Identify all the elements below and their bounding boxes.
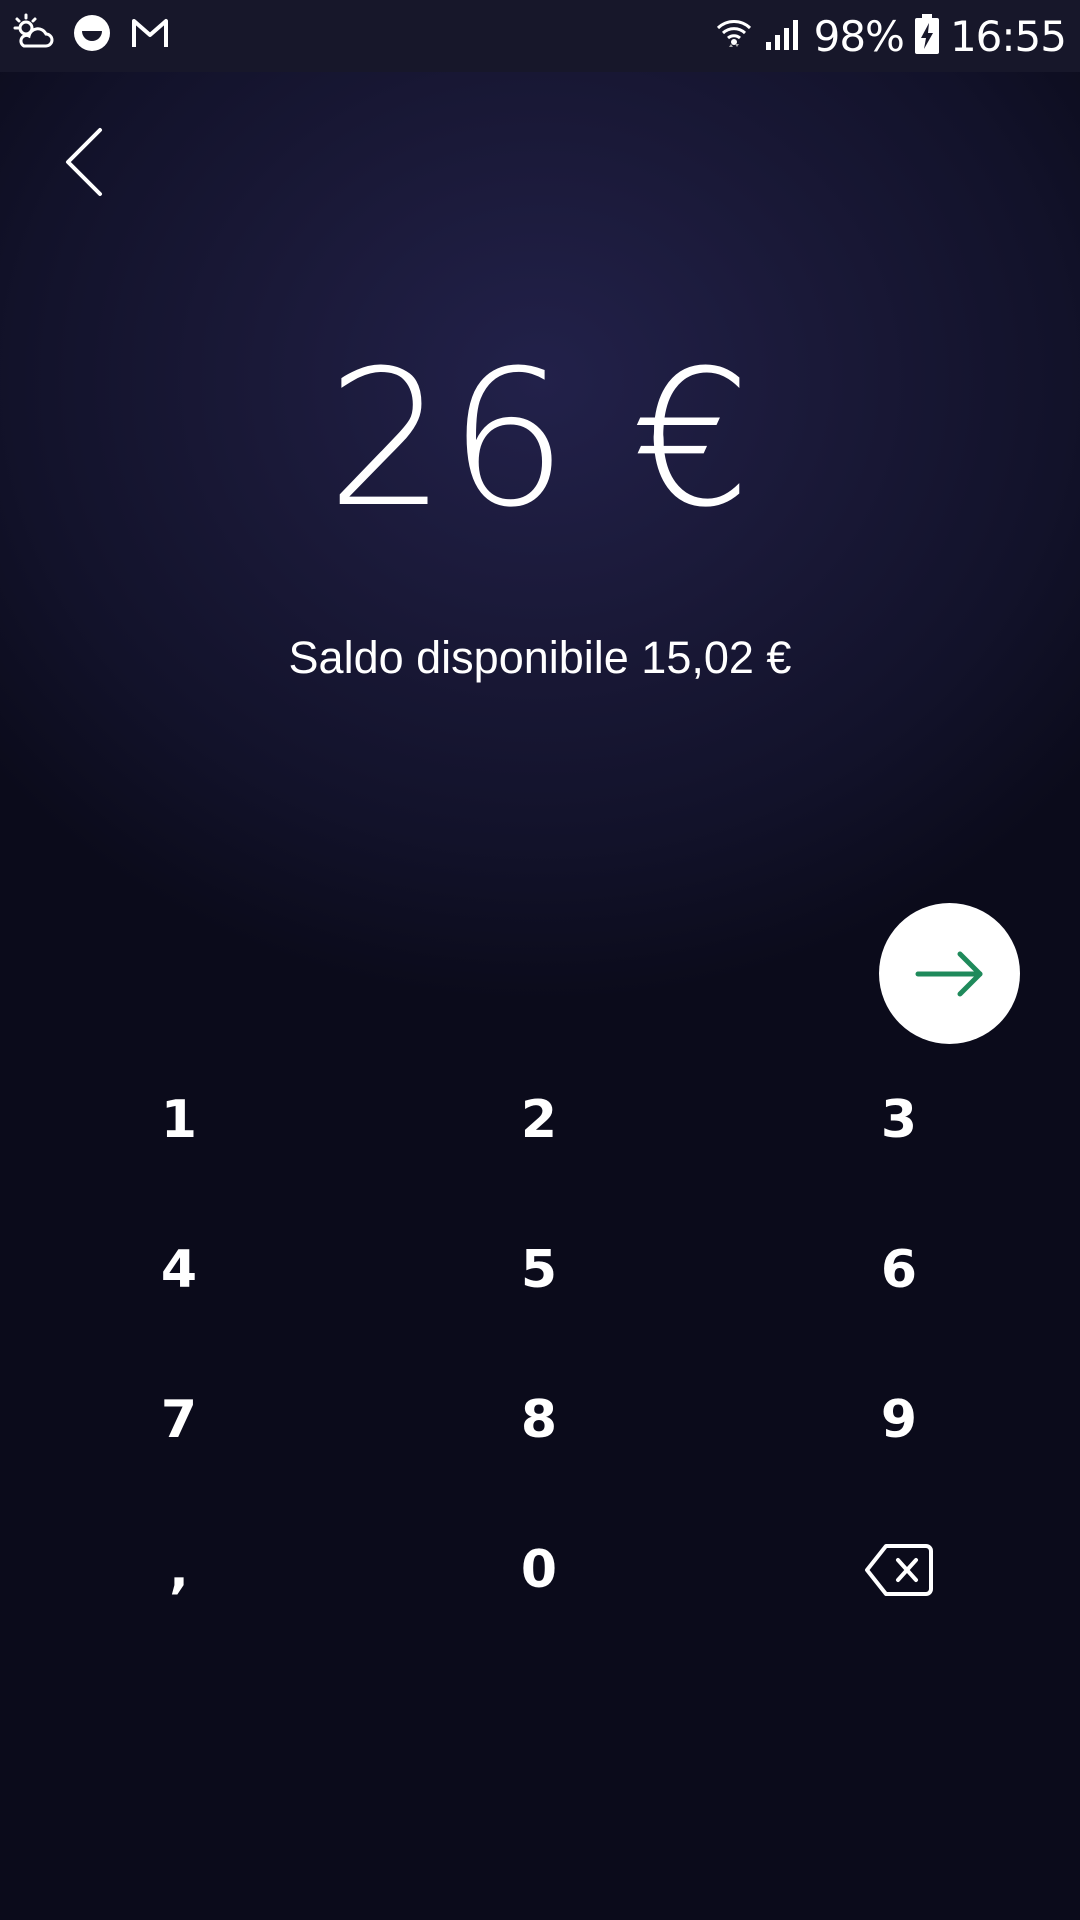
key-9[interactable]: 9	[799, 1360, 999, 1480]
weather-icon	[12, 12, 54, 59]
app-icon	[72, 13, 112, 58]
signal-icon	[764, 14, 804, 59]
arrow-right-icon	[915, 951, 982, 996]
wifi-icon	[714, 14, 754, 59]
battery-percentage: 98%	[813, 11, 905, 61]
key-4[interactable]: 4	[79, 1210, 279, 1330]
amount-display: 26 €	[326, 330, 754, 549]
key-6[interactable]: 6	[799, 1210, 999, 1330]
key-2[interactable]: 2	[439, 1060, 639, 1180]
key-0[interactable]: 0	[439, 1510, 639, 1630]
backspace-icon	[865, 1544, 933, 1596]
clock: 16:55	[949, 11, 1067, 61]
backspace-button[interactable]	[799, 1510, 999, 1630]
battery-charging-icon	[914, 13, 940, 60]
key-8[interactable]: 8	[439, 1360, 639, 1480]
notification-icons	[12, 12, 170, 59]
key-7[interactable]: 7	[79, 1360, 279, 1480]
key-comma[interactable]: ,	[79, 1510, 279, 1630]
status-bar: 98% 16:55	[0, 0, 1080, 72]
gmail-icon	[130, 15, 170, 56]
key-3[interactable]: 3	[799, 1060, 999, 1180]
system-status: 98% 16:55	[714, 6, 1067, 66]
key-1[interactable]: 1	[79, 1060, 279, 1180]
available-balance: Saldo disponibile 15,02 €	[288, 632, 792, 683]
back-button[interactable]	[50, 120, 120, 210]
next-button[interactable]	[879, 903, 1020, 1044]
key-5[interactable]: 5	[439, 1210, 639, 1330]
chevron-left-icon	[66, 128, 102, 196]
